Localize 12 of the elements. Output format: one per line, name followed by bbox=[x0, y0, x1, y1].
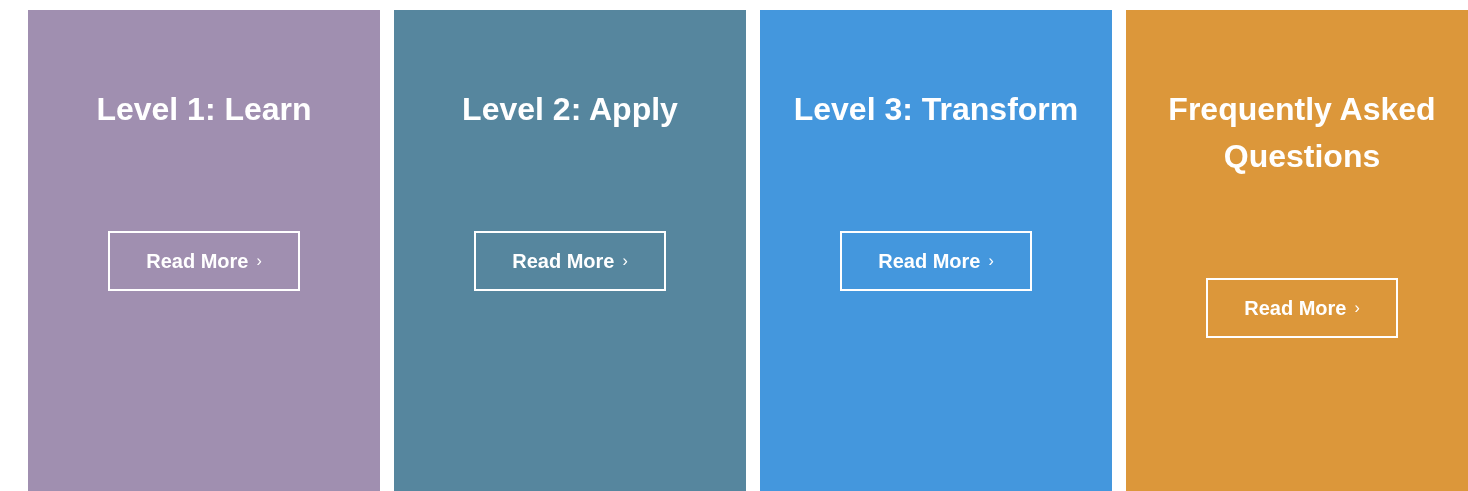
card-title: Level 1: Learn bbox=[96, 90, 312, 129]
card-title: Level 3: Transform bbox=[793, 90, 1079, 129]
chevron-icon: › bbox=[256, 252, 262, 270]
chevron-icon: › bbox=[622, 252, 628, 270]
read-more-button[interactable]: Read More › bbox=[1206, 278, 1398, 338]
read-more-button[interactable]: Read More › bbox=[108, 231, 300, 291]
card-title: Frequently Asked Questions bbox=[1167, 90, 1437, 176]
chevron-icon: › bbox=[1354, 299, 1360, 317]
card-title: Level 2: Apply bbox=[462, 90, 678, 129]
chevron-icon: › bbox=[988, 252, 994, 270]
read-more-button[interactable]: Read More › bbox=[840, 231, 1032, 291]
read-more-button[interactable]: Read More › bbox=[474, 231, 666, 291]
